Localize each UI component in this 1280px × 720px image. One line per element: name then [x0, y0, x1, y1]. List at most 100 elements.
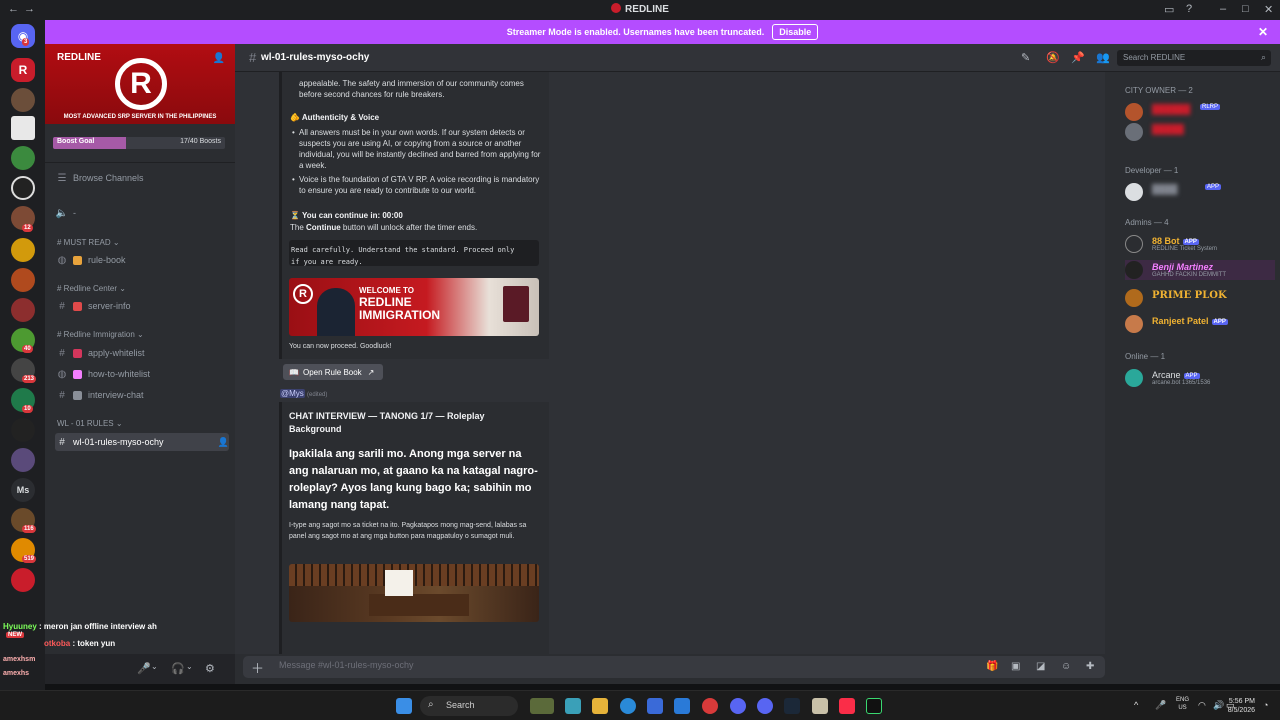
- member-row[interactable]: ██████ RLRP: [1125, 102, 1275, 122]
- member-row[interactable]: ████ APP: [1125, 182, 1275, 202]
- server-name[interactable]: REDLINE: [57, 52, 101, 63]
- user-mention[interactable]: @Mys: [280, 389, 305, 398]
- category-must-read[interactable]: # MUST READ ⌄: [57, 238, 120, 247]
- sidebar-item-interview-chat[interactable]: # interview-chat: [55, 386, 229, 404]
- discord-icon[interactable]: [757, 698, 773, 714]
- gif-icon[interactable]: ▣: [1011, 661, 1020, 672]
- member-row[interactable]: PRIME PLOK: [1125, 288, 1275, 308]
- server-icon[interactable]: [11, 568, 35, 592]
- browse-channels[interactable]: ☰ Browse Channels: [55, 169, 229, 187]
- file-explorer-icon[interactable]: [592, 698, 608, 714]
- steam-icon[interactable]: [784, 698, 800, 714]
- add-member-icon[interactable]: 👤: [218, 437, 229, 448]
- message-placeholder: Message #wl-01-rules-myso-ochy: [279, 660, 414, 670]
- help-icon[interactable]: ?: [1186, 3, 1192, 15]
- minimize-icon[interactable]: –: [1220, 3, 1226, 15]
- language-indicator[interactable]: ENG US: [1176, 696, 1189, 712]
- server-icon[interactable]: [11, 448, 35, 472]
- member-row[interactable]: Arcane APP arcane.bot 1365/1536: [1125, 368, 1275, 388]
- member-row[interactable]: Ranjeet Patel APP: [1125, 314, 1275, 334]
- server-icon[interactable]: [11, 418, 35, 442]
- server-icon[interactable]: [11, 176, 35, 200]
- server-icon[interactable]: [11, 88, 35, 112]
- emoji-icon[interactable]: ☺: [1061, 661, 1071, 672]
- sticker-icon[interactable]: ◪: [1036, 661, 1045, 672]
- store-icon[interactable]: [647, 698, 663, 714]
- member-name: PRIME PLOK: [1152, 290, 1227, 301]
- copilot-icon[interactable]: [565, 698, 581, 714]
- server-icon[interactable]: [11, 116, 35, 140]
- interview-room-image[interactable]: [289, 564, 539, 622]
- voice-row[interactable]: 🔈 -: [55, 204, 229, 222]
- server-header[interactable]: REDLINE 👤 R MOST ADVANCED SRP SERVER IN …: [45, 44, 235, 124]
- music-icon[interactable]: [839, 698, 855, 714]
- category-redline-center[interactable]: # Redline Center ⌄: [57, 284, 126, 293]
- search-input[interactable]: Search REDLINE ⌕: [1117, 50, 1271, 66]
- member-row[interactable]: 88 Bot APP REDLINE Ticket System: [1125, 234, 1275, 254]
- microphone-icon[interactable]: 🎤: [1155, 700, 1166, 711]
- avatar: [1125, 261, 1143, 279]
- outlook-icon[interactable]: [674, 698, 690, 714]
- taskbar-search[interactable]: ⌕ Search: [420, 696, 518, 716]
- inbox-icon[interactable]: ▭: [1164, 3, 1174, 16]
- megaphone-emoji-icon: [73, 369, 82, 379]
- sidebar-item-active-channel[interactable]: # wl-01-rules-myso-ochy 👤: [55, 433, 229, 451]
- chevron-down-icon[interactable]: ⌄: [151, 662, 158, 671]
- server-icon-ms[interactable]: Ms: [11, 478, 35, 502]
- threads-icon[interactable]: ✎: [1021, 51, 1030, 64]
- headphones-icon[interactable]: 🎧: [171, 662, 185, 675]
- member-list-icon[interactable]: 👥: [1096, 51, 1110, 64]
- discord-icon[interactable]: [730, 698, 746, 714]
- gift-icon[interactable]: 🎁: [986, 661, 998, 672]
- server-icon[interactable]: [11, 146, 35, 170]
- microphone-icon[interactable]: 🎤: [137, 662, 151, 675]
- add-attachment-icon[interactable]: ＋: [251, 658, 264, 677]
- redline-logo-icon: [611, 3, 622, 13]
- widgets-icon[interactable]: [530, 698, 554, 714]
- boost-goal[interactable]: Boost Goal 17/40 Boosts: [45, 132, 235, 156]
- notification-icon[interactable]: ◔: [1263, 700, 1268, 710]
- hash-icon: #: [59, 389, 65, 401]
- server-icon[interactable]: [11, 298, 35, 322]
- volume-icon[interactable]: 🔊: [1213, 700, 1224, 711]
- taskbar: ⌕ Search ^ 🎤 ENG US ◠ 🔊 ▭ 5:56 PM 8/5/2026 …: [0, 690, 1280, 720]
- member-row[interactable]: Benji Martinez GAHHD FACKIN DEMMITT: [1125, 260, 1275, 280]
- chrome-icon[interactable]: [702, 698, 718, 714]
- sidebar-item-rule-book[interactable]: ◍ rule-book: [55, 251, 229, 269]
- streamer-mode-banner: Streamer Mode is enabled. Usernames have…: [45, 20, 1280, 44]
- chevron-up-icon[interactable]: ^: [1134, 700, 1138, 710]
- immigration-banner-image[interactable]: R WELCOME TO REDLINE IMMIGRATION: [289, 278, 539, 336]
- open-rule-book-button[interactable]: 📖 Open Rule Book ↗: [283, 364, 383, 380]
- sidebar-item-server-info[interactable]: # server-info: [55, 297, 229, 315]
- member-row[interactable]: █████: [1125, 122, 1275, 142]
- close-banner-icon[interactable]: ✕: [1258, 25, 1268, 39]
- edge-icon[interactable]: [620, 698, 636, 714]
- wifi-icon[interactable]: ◠: [1198, 700, 1206, 711]
- interview-instructions: I-type ang sagot mo sa ticket na ito. Pa…: [289, 522, 527, 540]
- disable-streamer-mode-button[interactable]: Disable: [772, 24, 819, 40]
- maximize-icon[interactable]: □: [1242, 3, 1249, 15]
- close-window-icon[interactable]: ✕: [1264, 3, 1273, 16]
- server-icon-redline[interactable]: R: [11, 58, 35, 82]
- sidebar-item-how-to-whitelist[interactable]: ◍ how-to-whitelist: [55, 365, 229, 383]
- sidebar-item-apply-whitelist[interactable]: # apply-whitelist: [55, 344, 229, 362]
- category-label: # Redline Immigration: [57, 330, 135, 339]
- member-tag: APP: [1211, 319, 1228, 325]
- category-redline-immigration[interactable]: # Redline Immigration ⌄: [57, 330, 144, 339]
- clock[interactable]: 5:56 PM 8/5/2026: [1228, 697, 1255, 715]
- chevron-down-icon[interactable]: ⌄: [186, 662, 193, 671]
- category-wl-rules[interactable]: WL - 01 RULES ⌄: [57, 419, 123, 428]
- gear-icon[interactable]: ⚙: [205, 662, 215, 675]
- edited-marker: (edited): [307, 392, 328, 398]
- terminal-icon[interactable]: [866, 698, 882, 714]
- invite-icon[interactable]: 👤: [213, 53, 225, 64]
- window-title-text: REDLINE: [625, 4, 669, 15]
- server-icon[interactable]: [11, 268, 35, 292]
- windows-start-icon[interactable]: [396, 698, 412, 714]
- pin-icon[interactable]: 📌: [1071, 51, 1085, 64]
- notification-bell-icon[interactable]: 🔕: [1046, 51, 1060, 64]
- server-icon[interactable]: [11, 238, 35, 262]
- apps-icon[interactable]: ✚: [1086, 661, 1094, 672]
- notepad-icon[interactable]: [812, 698, 828, 714]
- overlay-text: : token yun: [72, 639, 116, 648]
